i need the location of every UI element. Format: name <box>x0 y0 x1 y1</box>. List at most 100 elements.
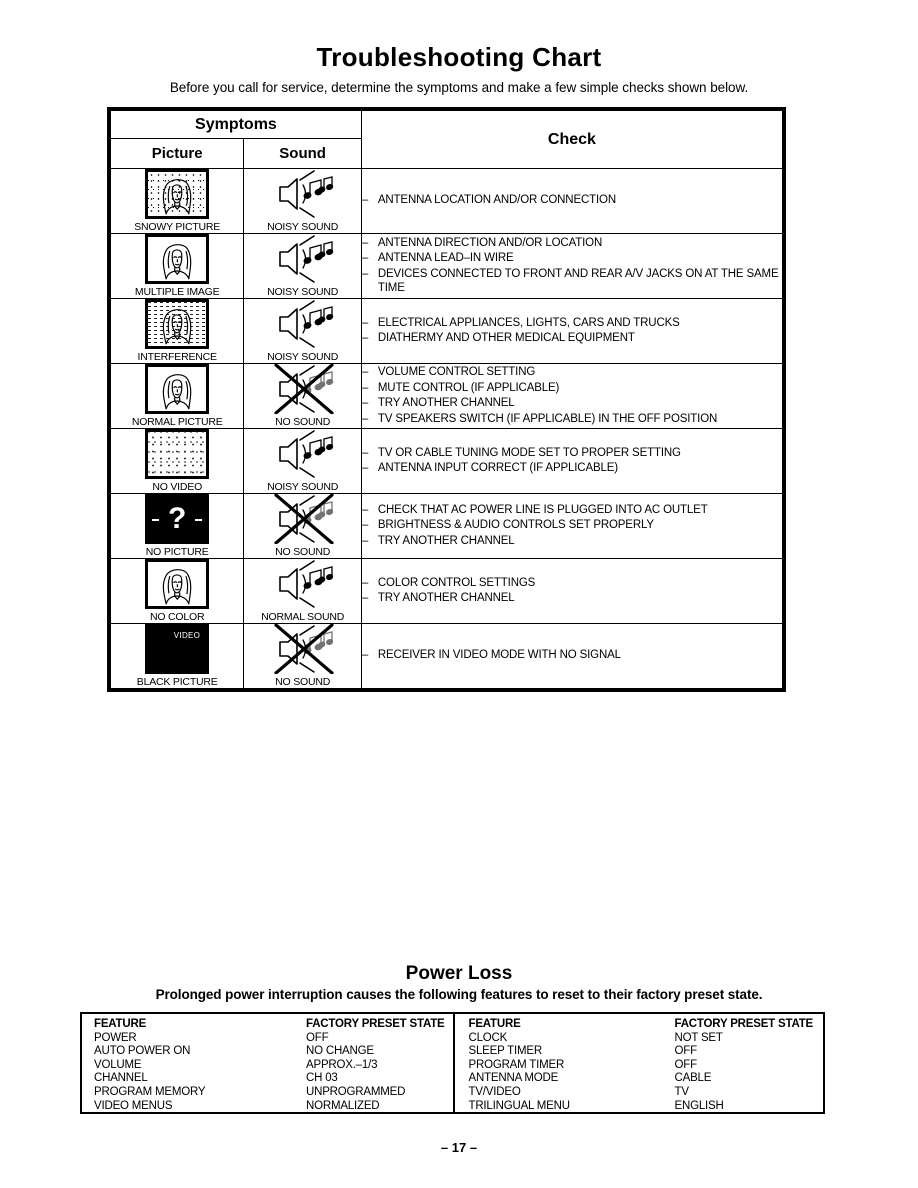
check-cell: CHECK THAT AC POWER LINE IS PLUGGED INTO… <box>360 493 784 559</box>
sound-symptom-cell: NO SOUND <box>243 493 362 559</box>
page-number: – 17 – <box>440 1140 478 1155</box>
noisy-sound-icon <box>266 234 340 284</box>
sound-symptom-cell: NOISY SOUND <box>243 168 362 234</box>
factory-preset-state: OFF <box>674 1045 698 1058</box>
check-list: ANTENNA LOCATION AND/OR CONNECTION <box>362 193 782 208</box>
check-list: CHECK THAT AC POWER LINE IS PLUGGED INTO… <box>362 503 782 549</box>
check-item: ANTENNA INPUT CORRECT (IF APPLICABLE) <box>362 461 782 476</box>
tv-screen <box>145 429 210 479</box>
table-row: VOLUME APPROX.–1/3 <box>94 1059 453 1073</box>
table-row: CHANNEL CH 03 <box>94 1072 453 1086</box>
snow-overlay-icon <box>148 432 207 476</box>
sound-symptom-label: NO SOUND <box>275 546 331 558</box>
noisy-sound-icon <box>266 299 340 349</box>
table-row: SLEEP TIMER OFF <box>469 1045 824 1059</box>
tv-screen <box>145 169 210 219</box>
feature-name: PROGRAM MEMORY <box>94 1085 206 1098</box>
tv-screen <box>145 234 210 284</box>
feature-name: ANTENNA MODE <box>468 1072 559 1085</box>
table-row: VIDEO BLACK PICTURE NO SOUND RECEIVER IN VI… <box>109 623 784 689</box>
table-row: VIDEO MENUS NORMALIZED <box>94 1100 453 1114</box>
picture-symptom-label: SNOWY PICTURE <box>134 221 221 233</box>
page-subtitle: Before you call for service, determine t… <box>169 80 749 95</box>
feature-name: SLEEP TIMER <box>468 1045 543 1058</box>
sound-symptom-label: NOISY SOUND <box>267 351 339 363</box>
check-cell: VOLUME CONTROL SETTINGMUTE CONTROL (IF A… <box>360 363 784 429</box>
factory-preset-state: NORMALIZED <box>306 1099 380 1112</box>
sound-symptom-label: NORMAL SOUND <box>261 611 345 623</box>
picture-symptom-cell: NO VIDEO <box>109 428 245 494</box>
table-row: POWER OFF <box>94 1032 453 1046</box>
no-sound-icon <box>266 624 340 674</box>
check-item: RECEIVER IN VIDEO MODE WITH NO SIGNAL <box>362 648 782 663</box>
header-picture: Picture <box>109 138 245 169</box>
check-cell: RECEIVER IN VIDEO MODE WITH NO SIGNAL <box>360 623 784 689</box>
snow-overlay-icon <box>148 172 207 216</box>
feature-name: CHANNEL <box>94 1072 148 1085</box>
table-row: INTERFERENCE NOISY SOUND ELECTRICAL APPLIA… <box>109 298 784 364</box>
check-list: ANTENNA DIRECTION AND/OR LOCATIONANTENNA… <box>362 236 782 296</box>
table-row: SNOWY PICTURE NOISY SOUND ANTENNA LOCATION… <box>109 168 784 234</box>
factory-preset-state: CH 03 <box>306 1072 338 1085</box>
check-item: BRIGHTNESS & AUDIO CONTROLS SET PROPERLY <box>362 518 782 533</box>
sound-symptom-label: NO SOUND <box>275 416 331 428</box>
check-item: DIATHERMY AND OTHER MEDICAL EQUIPMENT <box>362 331 782 346</box>
table-row: PROGRAM MEMORY UNPROGRAMMED <box>94 1086 453 1100</box>
feature-name: AUTO POWER ON <box>94 1045 191 1058</box>
check-cell: ANTENNA DIRECTION AND/OR LOCATIONANTENNA… <box>360 233 784 299</box>
check-item: MUTE CONTROL (IF APPLICABLE) <box>362 381 782 396</box>
picture-symptom-cell: NO COLOR <box>109 558 245 624</box>
feature-name: TV/VIDEO <box>468 1085 521 1098</box>
table-row: MULTIPLE IMAGE NOISY SOUND ANTENNA DIRECTI… <box>109 233 784 299</box>
table-row: PROGRAM TIMER OFF <box>469 1059 824 1073</box>
tv-screen <box>145 299 210 349</box>
check-list: TV OR CABLE TUNING MODE SET TO PROPER SE… <box>362 446 782 476</box>
picture-symptom-label: NO VIDEO <box>152 481 203 493</box>
factory-preset-state: TV <box>674 1085 690 1098</box>
picture-symptom-label: NORMAL PICTURE <box>131 416 223 428</box>
check-item: DEVICES CONNECTED TO FRONT AND REAR A/V … <box>362 267 782 296</box>
check-item: VOLUME CONTROL SETTING <box>362 365 782 380</box>
table-row: AUTO POWER ON NO CHANGE <box>94 1045 453 1059</box>
screen-video-label: VIDEO <box>173 631 201 640</box>
feature-name: TRILINGUAL MENU <box>468 1099 571 1112</box>
factory-preset-state: OFF <box>306 1031 329 1044</box>
header-symptoms: Symptoms <box>110 110 362 139</box>
check-item: ANTENNA LOCATION AND/OR CONNECTION <box>362 193 782 208</box>
check-cell: ELECTRICAL APPLIANCES, LIGHTS, CARS AND … <box>360 298 784 364</box>
sound-symptom-label: NOISY SOUND <box>267 221 339 233</box>
check-item: TRY ANOTHER CHANNEL <box>362 396 782 411</box>
power-loss-right-column: FEATURE FACTORY PRESET STATE CLOCK NOT SE… <box>452 1014 824 1112</box>
power-loss-subtitle: Prolonged power interruption causes the … <box>155 987 763 1002</box>
check-item: TV OR CABLE TUNING MODE SET TO PROPER SE… <box>362 446 782 461</box>
power-loss-left-column: FEATURE FACTORY PRESET STATE POWER OFF AUT… <box>82 1014 453 1112</box>
factory-preset-state: ENGLISH <box>674 1099 724 1112</box>
sound-symptom-label: NOISY SOUND <box>267 481 339 493</box>
sound-symptom-label: NO SOUND <box>275 676 331 688</box>
sound-symptom-cell: NOISY SOUND <box>243 298 362 364</box>
tv-screen: VIDEO <box>145 624 210 674</box>
check-item: ANTENNA LEAD–IN WIRE <box>362 251 782 266</box>
check-item: ELECTRICAL APPLIANCES, LIGHTS, CARS AND … <box>362 316 782 331</box>
factory-preset-state: CABLE <box>674 1072 712 1085</box>
check-list: ELECTRICAL APPLIANCES, LIGHTS, CARS AND … <box>362 316 782 346</box>
picture-symptom-label: NO PICTURE <box>145 546 209 558</box>
factory-preset-state: NOT SET <box>674 1031 723 1044</box>
table-row: NO COLOR NORMAL SOUND COLOR CONTROL SETTIN… <box>109 558 784 624</box>
check-item: CHECK THAT AC POWER LINE IS PLUGGED INTO… <box>362 503 782 518</box>
picture-symptom-cell: INTERFERENCE <box>109 298 245 364</box>
table-row: ANTENNA MODE CABLE <box>469 1072 824 1086</box>
check-cell: TV OR CABLE TUNING MODE SET TO PROPER SE… <box>360 428 784 494</box>
table-row: FEATURE FACTORY PRESET STATE <box>469 1018 824 1032</box>
picture-symptom-label: INTERFERENCE <box>137 351 217 363</box>
check-list: VOLUME CONTROL SETTINGMUTE CONTROL (IF A… <box>362 365 782 426</box>
column-header-feature: FEATURE <box>468 1018 521 1030</box>
factory-preset-state: UNPROGRAMMED <box>306 1085 406 1098</box>
sound-symptom-cell: NORMAL SOUND <box>243 558 362 624</box>
column-header-state: FACTORY PRESET STATE <box>306 1018 445 1030</box>
question-mark-icon: ? <box>168 502 187 535</box>
picture-symptom-cell: ? NO PICTURE <box>109 493 245 559</box>
check-item: TRY ANOTHER CHANNEL <box>362 534 782 549</box>
picture-symptom-label: NO COLOR <box>149 611 205 623</box>
sound-symptom-cell: NOISY SOUND <box>243 428 362 494</box>
